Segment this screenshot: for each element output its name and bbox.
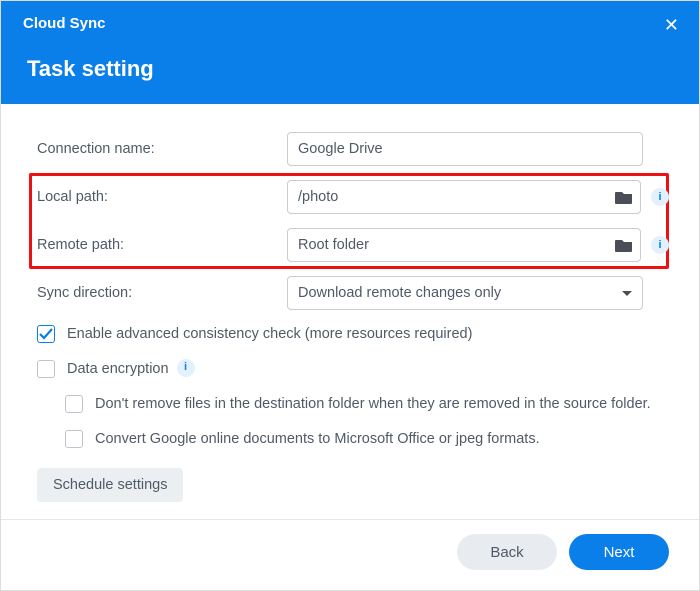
row-sync-direction: Sync direction: Download remote changes … xyxy=(37,276,669,310)
footer: Back Next xyxy=(1,519,699,590)
page-title: Task setting xyxy=(27,56,677,82)
label-sync-direction: Sync direction: xyxy=(37,285,287,301)
header: Cloud Sync Task setting ✕ xyxy=(1,1,699,104)
checkbox-label: Data encryption xyxy=(67,359,169,380)
checkbox-row-encryption: Data encryption i xyxy=(37,359,669,380)
schedule-settings-button[interactable]: Schedule settings xyxy=(37,468,183,502)
sync-direction-value: Download remote changes only xyxy=(298,285,501,301)
folder-icon[interactable] xyxy=(615,238,633,252)
checkbox-row-consistency: Enable advanced consistency check (more … xyxy=(37,324,669,345)
label-connection-name: Connection name: xyxy=(37,141,287,157)
close-icon[interactable]: ✕ xyxy=(664,15,679,36)
checkbox-row-convert: Convert Google online documents to Micro… xyxy=(65,429,669,450)
checkbox-encryption[interactable] xyxy=(37,360,55,378)
checkbox-label: Enable advanced consistency check (more … xyxy=(67,324,472,345)
local-path-input[interactable] xyxy=(287,180,641,214)
info-icon[interactable]: i xyxy=(177,359,195,377)
checkbox-dont-remove[interactable] xyxy=(65,395,83,413)
checkbox-consistency[interactable] xyxy=(37,325,55,343)
row-local-path: Local path: i xyxy=(37,180,669,214)
sync-direction-select[interactable]: Download remote changes only xyxy=(287,276,643,310)
row-connection-name: Connection name: xyxy=(37,132,669,166)
next-button[interactable]: Next xyxy=(569,534,669,570)
checkbox-convert[interactable] xyxy=(65,430,83,448)
app-title: Cloud Sync xyxy=(23,15,677,32)
back-button[interactable]: Back xyxy=(457,534,557,570)
body: Connection name: Local path: i xyxy=(1,104,699,519)
label-local-path: Local path: xyxy=(37,189,287,205)
dialog: Cloud Sync Task setting ✕ Connection nam… xyxy=(0,0,700,591)
checkbox-row-dont-remove: Don't remove files in the destination fo… xyxy=(65,394,669,415)
connection-name-input[interactable] xyxy=(287,132,643,166)
remote-path-input[interactable] xyxy=(287,228,641,262)
folder-icon[interactable] xyxy=(615,190,633,204)
row-remote-path: Remote path: i xyxy=(37,228,669,262)
info-icon[interactable]: i xyxy=(651,236,669,254)
info-icon[interactable]: i xyxy=(651,188,669,206)
label-remote-path: Remote path: xyxy=(37,237,287,253)
checkbox-label: Don't remove files in the destination fo… xyxy=(95,394,651,415)
checkbox-label: Convert Google online documents to Micro… xyxy=(95,429,540,450)
